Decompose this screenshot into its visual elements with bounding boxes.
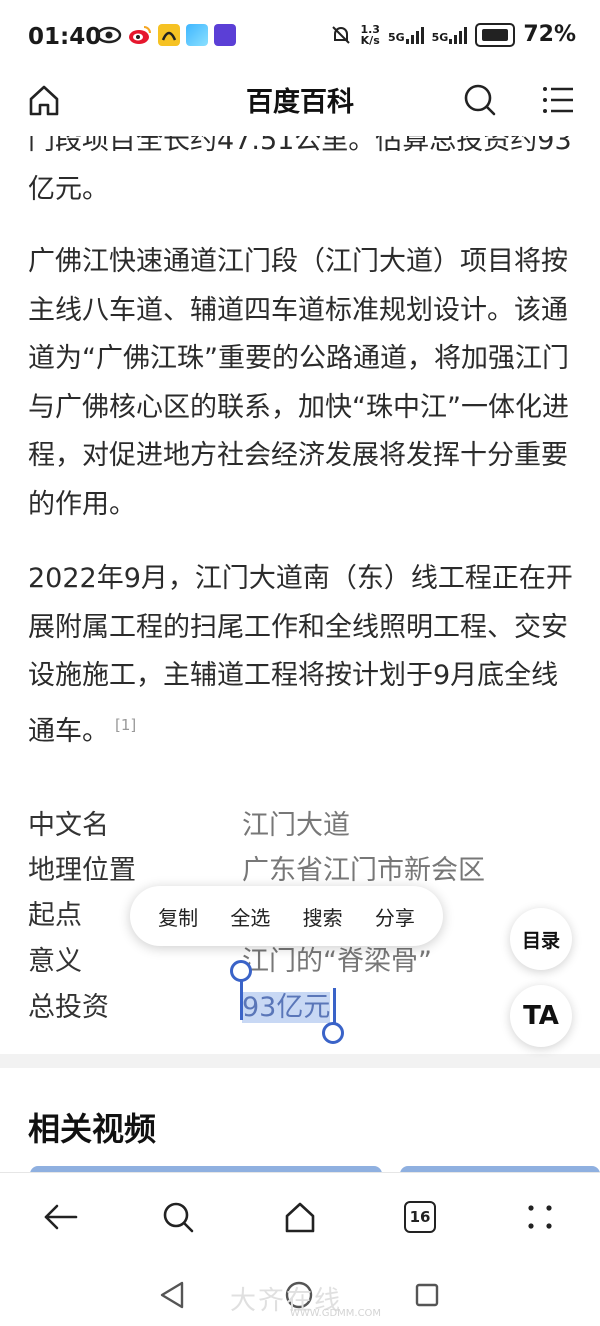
app-icon-blue	[186, 24, 208, 46]
signal-1-label: 5G	[387, 30, 405, 44]
signal-1: 5G	[388, 26, 424, 44]
selection-end-handle[interactable]	[322, 1022, 344, 1044]
more-button[interactable]	[518, 1195, 562, 1239]
notification-icons	[96, 24, 236, 46]
nav-search-button[interactable]	[156, 1195, 200, 1239]
selected-text[interactable]: 93亿元	[242, 992, 331, 1023]
infobox-label: 地理位置	[28, 855, 136, 886]
status-time: 01:40	[28, 24, 102, 50]
infobox-value: 广东省江门市新会区	[242, 855, 485, 886]
home-icon	[285, 1202, 315, 1233]
more-dots-icon	[528, 1205, 552, 1229]
infobox-label: 中文名	[28, 810, 109, 841]
search-button[interactable]	[460, 80, 500, 120]
infobox-label: 起点	[28, 900, 82, 931]
page-title: 百度百科	[246, 87, 354, 118]
signal-bars-icon	[405, 26, 424, 44]
net-speed-value: 1.3	[360, 22, 380, 36]
share-button[interactable]: 分享	[375, 902, 415, 931]
net-speed-unit: K/s	[360, 33, 380, 47]
weibo-icon	[129, 26, 151, 44]
back-button[interactable]	[38, 1195, 82, 1239]
select-all-button[interactable]: 全选	[230, 902, 270, 931]
search-icon	[464, 84, 496, 116]
paragraph-3: 2022年9月，江门大道南（东）线工程正在开展附属工程的扫尾工作和全线照明工程、…	[28, 555, 573, 756]
infobox-value: 江门大道	[242, 810, 350, 841]
selection-start-line	[240, 978, 243, 1020]
tab-count: 16	[404, 1201, 436, 1233]
browser-bottom-nav: 16	[0, 1172, 600, 1265]
text-selection-menu: 复制 全选 搜索 分享	[130, 886, 443, 946]
citation-link[interactable]: [1]	[115, 716, 136, 734]
eye-icon	[96, 26, 122, 44]
section-divider	[0, 1054, 600, 1068]
back-triangle-icon[interactable]	[158, 1280, 186, 1310]
tabs-button[interactable]: 16	[398, 1195, 442, 1239]
search-icon	[163, 1202, 194, 1233]
menu-button[interactable]	[538, 80, 578, 120]
battery-icon	[475, 22, 516, 47]
watermark-url: WWW.GDMM.COM	[290, 1308, 382, 1319]
status-bar: 01:40 1.3 K/s 5G 5G 72%	[0, 0, 600, 76]
infobox-label: 总投资	[28, 992, 109, 1023]
copy-button[interactable]: 复制	[158, 902, 198, 931]
related-videos-title: 相关视频	[28, 1110, 157, 1148]
signal-bars-icon	[449, 26, 468, 44]
signal-2-label: 5G	[431, 30, 449, 44]
selection-end-line	[333, 988, 336, 1024]
status-right: 1.3 K/s 5G 5G 72%	[330, 22, 576, 47]
back-arrow-icon	[44, 1204, 78, 1230]
search-selection-button[interactable]: 搜索	[303, 902, 343, 931]
recents-square-icon[interactable]	[414, 1282, 440, 1308]
iqiyi-icon	[214, 24, 236, 46]
font-size-button[interactable]: TA	[510, 985, 572, 1047]
app-icon-yellow	[158, 24, 180, 46]
toc-button[interactable]: 目录	[510, 908, 572, 970]
menu-list-icon	[543, 87, 573, 113]
infobox-label: 意义	[28, 946, 82, 977]
nav-home-button[interactable]	[278, 1195, 322, 1239]
infobox-value-selected[interactable]: 93亿元	[242, 985, 331, 1024]
app-header: 百度百科	[0, 76, 600, 136]
battery-level: 72%	[523, 22, 576, 47]
paragraph-2: 广佛江快速通道江门段（江门大道）项目将按主线八车道、辅道四车道标准规划设计。该通…	[28, 246, 569, 520]
paragraph-3-text: 2022年9月，江门大道南（东）线工程正在开展附属工程的扫尾工作和全线照明工程、…	[28, 563, 573, 747]
signal-2: 5G	[432, 26, 468, 44]
net-speed: 1.3 K/s	[360, 24, 380, 46]
mute-icon	[332, 25, 351, 44]
selection-start-handle[interactable]	[230, 960, 252, 982]
